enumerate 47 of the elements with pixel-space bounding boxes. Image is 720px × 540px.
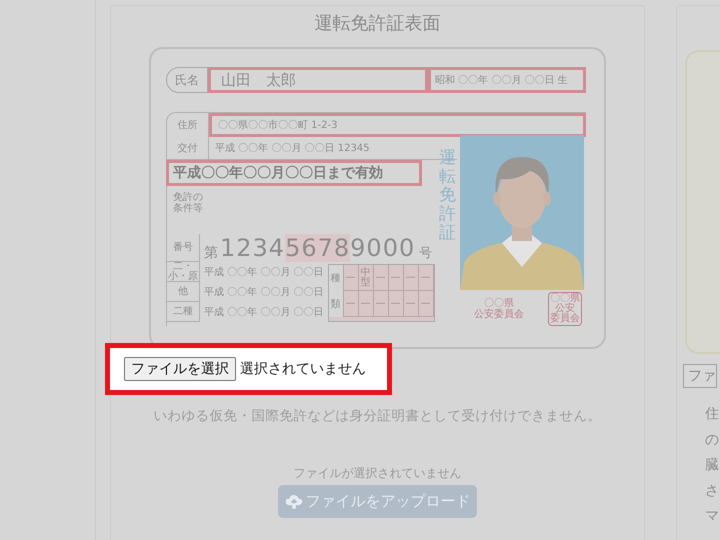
field-label: 二種 xyxy=(167,302,200,322)
name-text: 山田 太郎 xyxy=(208,67,428,93)
table-cell: — xyxy=(358,291,374,317)
field-label: 他 xyxy=(167,282,200,302)
field-label: 住所 xyxy=(167,113,209,137)
choose-file-button[interactable]: ファ xyxy=(683,364,717,388)
table-cell: — xyxy=(344,265,359,291)
section-title: 運転免許証表面 xyxy=(314,12,440,35)
info-text: マ xyxy=(705,507,720,526)
upload-status: ファイルが選択されていません xyxy=(294,465,462,482)
info-text: さ xyxy=(705,482,720,500)
table-label: 種 xyxy=(328,265,344,291)
birth-date-text: 昭和 〇〇年 〇〇月 〇〇日 生 xyxy=(428,67,586,93)
note-text: いわゆる仮免・国際免許などは身分証明書として受け付けできません。 xyxy=(154,407,602,425)
field-label: 二・小・原 xyxy=(167,262,200,282)
file-status: 選択されていません xyxy=(240,360,366,378)
table-cell: — xyxy=(418,265,434,291)
date-text: 平成 〇〇年 〇〇月 〇〇日 xyxy=(203,266,324,280)
field-label: 氏名 xyxy=(166,67,208,93)
info-text: の xyxy=(705,430,720,450)
info-text: 住 xyxy=(705,405,720,424)
expiry-text: 平成〇〇年〇〇月〇〇日まで有効 xyxy=(166,160,422,186)
table-label: 類 xyxy=(328,291,344,317)
table-cell: — xyxy=(404,291,419,317)
table-cell: — xyxy=(374,265,389,291)
conditions-label: 免許の条件等 xyxy=(173,192,203,214)
issue-date-text: 平成 〇〇年 〇〇月 〇〇日 12345 xyxy=(214,142,370,156)
choose-file-button[interactable]: ファイルを選択 xyxy=(124,357,236,381)
table-cell: — xyxy=(388,265,404,291)
table-cell: — xyxy=(418,291,434,317)
table-cell: — xyxy=(388,291,404,317)
field-label: 番号 xyxy=(167,234,200,262)
table-cell: — xyxy=(344,291,359,317)
license-number: 123456789000 xyxy=(220,234,416,262)
issuer-text: 〇〇県 公安委員会 xyxy=(474,298,524,320)
info-text: 臓 xyxy=(705,456,720,475)
seal-stamp: 〇〇県 公安 委員会 xyxy=(548,292,582,326)
number-suffix: 号 xyxy=(419,245,432,262)
field-label: 交付 xyxy=(167,137,209,159)
vertical-title: 運転免許証 xyxy=(439,149,456,245)
date-text: 平成 〇〇年 〇〇月 〇〇日 xyxy=(203,306,324,320)
number-prefix: 第 xyxy=(204,244,218,262)
date-text: 平成 〇〇年 〇〇月 〇〇日 xyxy=(203,286,324,300)
table-cell: — xyxy=(374,291,389,317)
cloud-upload-icon xyxy=(284,494,302,509)
table-cell: — xyxy=(404,265,419,291)
table-cell: 中型 xyxy=(358,265,374,291)
